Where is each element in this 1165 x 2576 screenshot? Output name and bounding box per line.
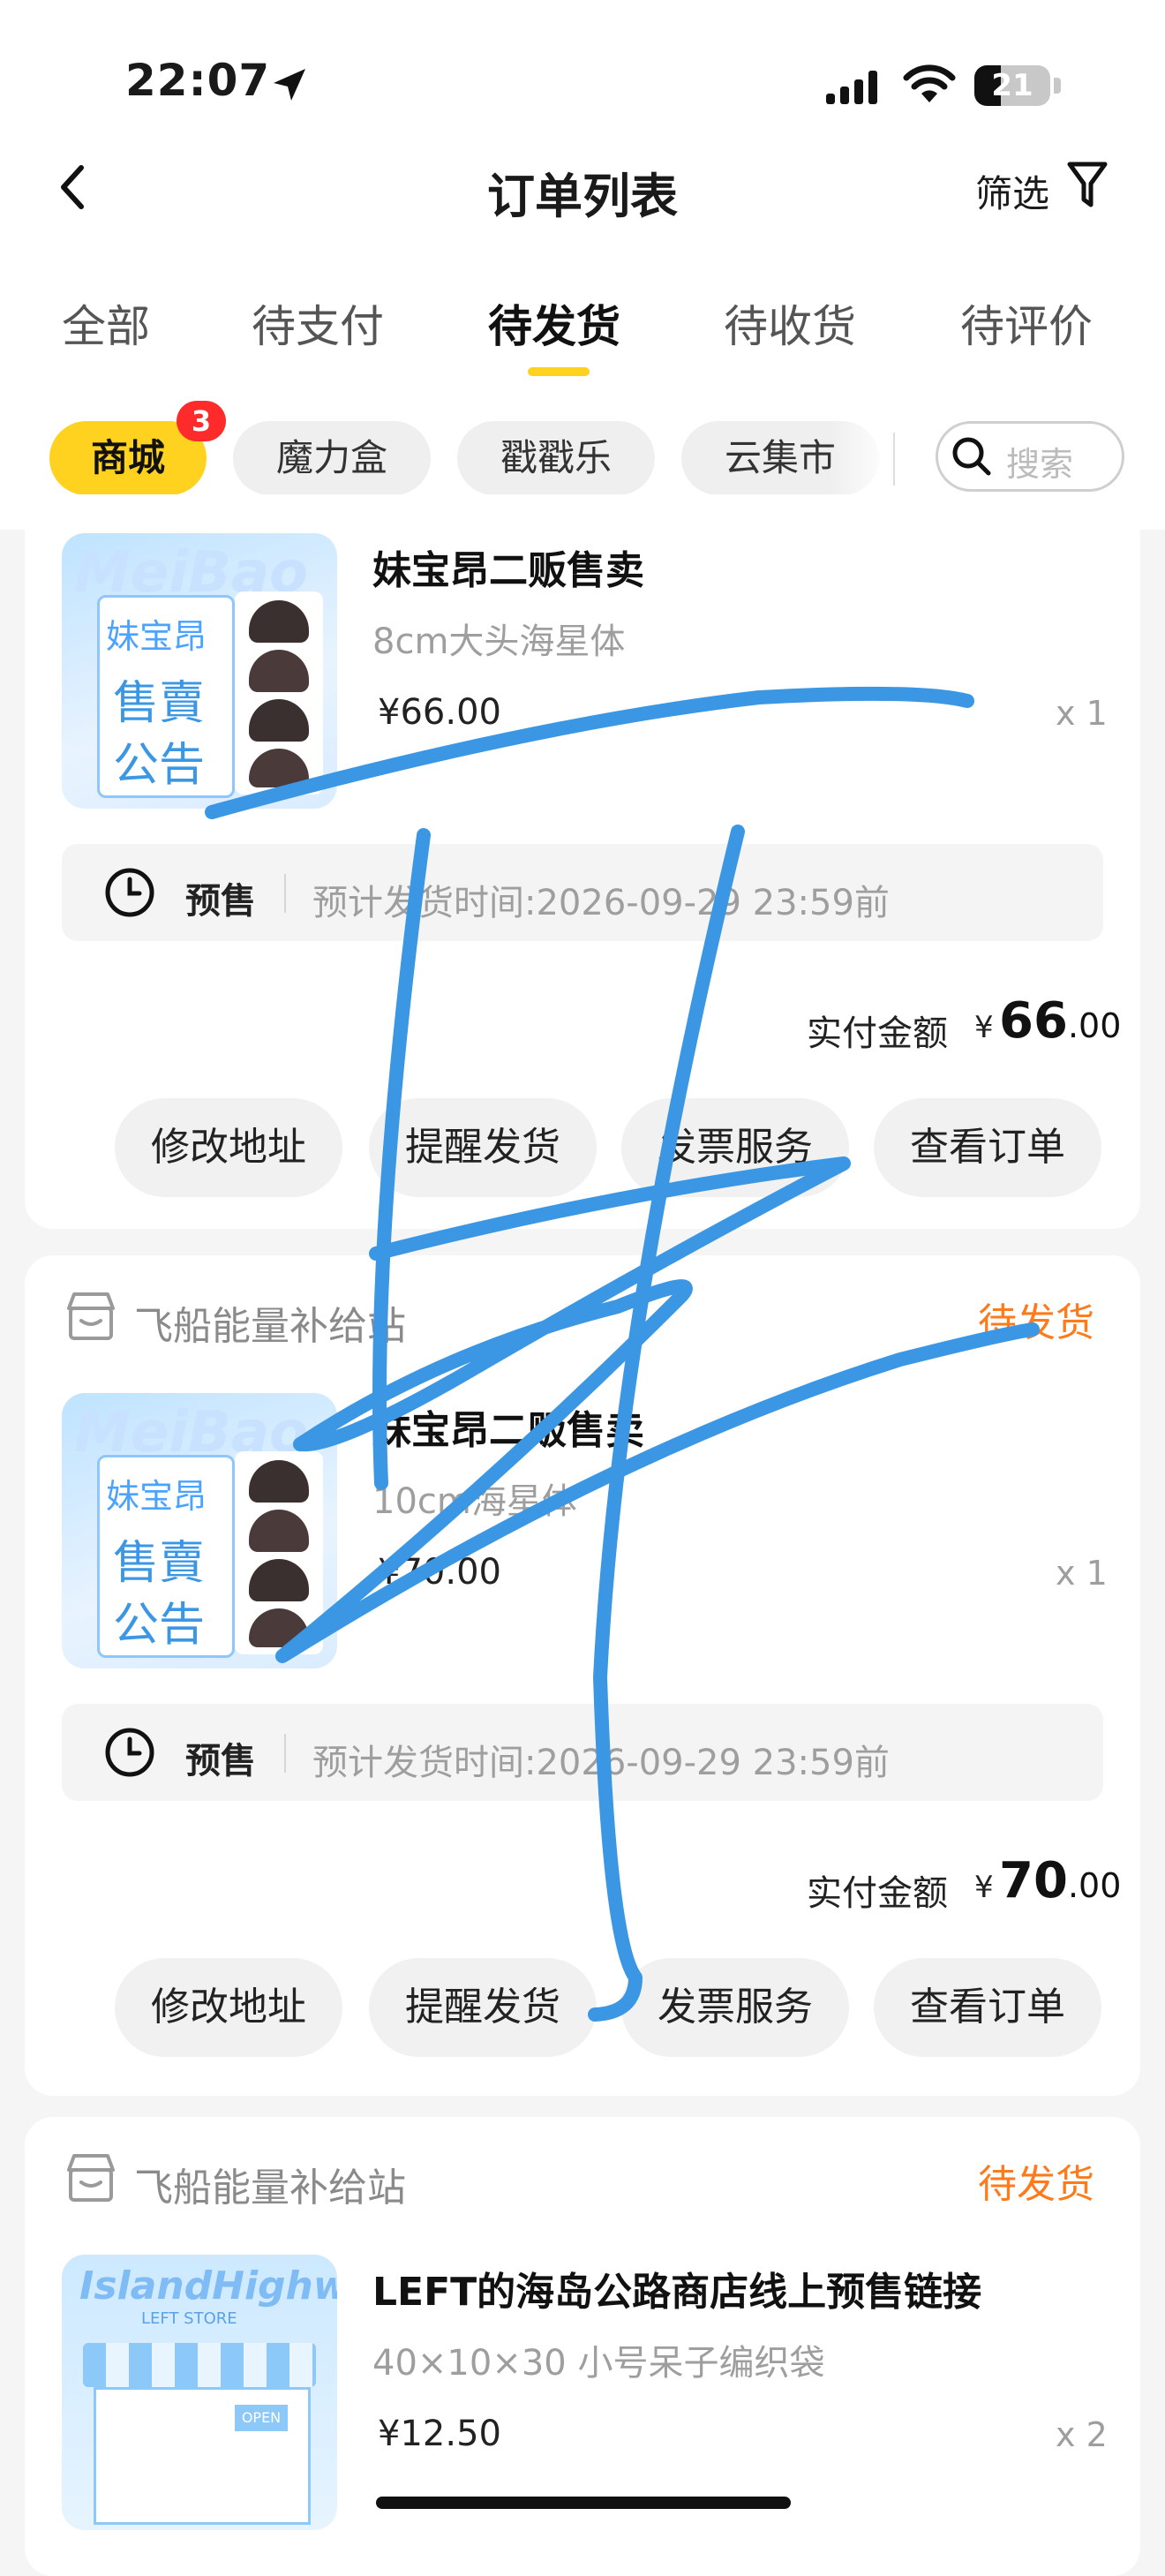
search-icon: [952, 437, 991, 476]
product-qty: x 1: [1056, 694, 1108, 733]
tab-pending-review[interactable]: 待评价: [960, 291, 1093, 355]
search-placeholder: 搜索: [1006, 445, 1074, 484]
presale-tag: 预售: [185, 881, 256, 922]
clock-icon: [105, 1728, 154, 1777]
product-spec: 40×10×30 小号呆子编织袋: [372, 2343, 825, 2384]
amount-dec: .00: [1067, 1866, 1122, 1905]
thumb-logo: IslandHighway: [79, 2263, 337, 2309]
product-qty: x 1: [1056, 1554, 1108, 1593]
thumb-text-2: 售賣: [113, 1537, 206, 1590]
location-arrow-icon: [274, 69, 305, 101]
thumb-text-2: 售賣: [113, 677, 206, 730]
active-tab-indicator: [528, 367, 590, 376]
view-order-button[interactable]: 查看订单: [874, 1958, 1101, 2057]
wifi-icon: [903, 64, 956, 102]
store-name[interactable]: 飞船能量补给站: [134, 2156, 406, 2212]
product-qty: x 2: [1056, 2415, 1108, 2454]
filter-button[interactable]: 筛选: [975, 164, 1049, 218]
remind-ship-button[interactable]: 提醒发货: [369, 1098, 597, 1197]
product-price: ¥12.50: [378, 2414, 501, 2454]
order-card-1: MeiBao 妹宝昂 售賣 公告 妹宝昂二贩售卖 8cm大头海星体 ¥66.00…: [25, 494, 1140, 1229]
presale-ship-time: 预计发货时间:2026-09-29 23:59前: [312, 1743, 890, 1783]
tab-all[interactable]: 全部: [62, 291, 150, 355]
battery-level: 21: [991, 68, 1033, 103]
amount-currency: ¥: [974, 1870, 994, 1905]
thumb-text-1: 妹宝昂: [106, 617, 207, 656]
amount-value: 66.00: [999, 992, 1121, 1050]
store-icon: [67, 2154, 115, 2202]
order-card-2: 飞船能量补给站 待发货 MeiBao 妹宝昂 售賣 公告 妹宝昂二贩售卖 10c…: [25, 1255, 1140, 2096]
tab-pending-shipment[interactable]: 待发货: [488, 291, 620, 355]
presale-ship-time: 预计发货时间:2026-09-29 23:59前: [312, 883, 890, 923]
store-icon: [67, 1292, 115, 1340]
remind-ship-button[interactable]: 提醒发货: [369, 1958, 597, 2057]
status-time: 22:07: [125, 55, 271, 106]
battery-cap: [1054, 78, 1061, 94]
order-status: 待发货: [978, 2162, 1094, 2207]
chips-divider: [893, 433, 895, 486]
invoice-button[interactable]: 发票服务: [621, 1098, 849, 1197]
amount-label: 实付金额: [807, 1873, 948, 1914]
product-thumbnail[interactable]: IslandHighway LEFT STORE OPEN: [62, 2255, 337, 2530]
amount-dec: .00: [1067, 1006, 1122, 1045]
amount-int: 70: [999, 1852, 1068, 1909]
tab-pending-receipt[interactable]: 待收货: [724, 291, 856, 355]
product-name[interactable]: 妹宝昂二贩售卖: [372, 539, 644, 595]
home-indicator: [376, 2497, 791, 2509]
invoice-button[interactable]: 发票服务: [621, 1958, 849, 2057]
product-name[interactable]: LEFT的海岛公路商店线上预售链接: [372, 2260, 981, 2316]
order-status: 待发货: [978, 1300, 1094, 1345]
chips-fade: [830, 415, 893, 503]
thumb-awning: [83, 2343, 316, 2387]
cellular-signal-icon: [826, 71, 877, 104]
store-name[interactable]: 飞船能量补给站: [134, 1294, 406, 1351]
presale-separator: [284, 1734, 286, 1773]
edit-address-button[interactable]: 修改地址: [115, 1958, 342, 2057]
product-spec: 10cm海星体: [372, 1481, 577, 1522]
presale-tag: 预售: [185, 1741, 256, 1781]
product-thumbnail[interactable]: MeiBao 妹宝昂 售賣 公告: [62, 1393, 337, 1668]
battery-icon: 21: [974, 65, 1050, 106]
product-spec: 8cm大头海星体: [372, 621, 626, 662]
product-thumbnail[interactable]: MeiBao 妹宝昂 售賣 公告: [62, 533, 337, 809]
amount-value: 70.00: [999, 1852, 1121, 1909]
view-order-button[interactable]: 查看订单: [874, 1098, 1101, 1197]
product-name[interactable]: 妹宝昂二贩售卖: [372, 1398, 644, 1455]
thumb-open-sign: OPEN: [235, 2405, 288, 2431]
thumb-photo-strip: [235, 1451, 323, 1654]
thumb-text-3: 公告: [113, 1599, 206, 1652]
tab-pending-payment[interactable]: 待支付: [252, 291, 384, 355]
chip-poke-fun[interactable]: 戳戳乐: [457, 421, 655, 495]
edit-address-button[interactable]: 修改地址: [115, 1098, 342, 1197]
thumb-photo-strip: [235, 591, 323, 795]
product-price: ¥66.00: [378, 692, 501, 733]
clock-icon: [105, 868, 154, 917]
thumb-text-3: 公告: [113, 739, 206, 792]
thumb-text-1: 妹宝昂: [106, 1477, 207, 1516]
filter-funnel-icon[interactable]: [1066, 159, 1109, 212]
amount-currency: ¥: [974, 1010, 994, 1045]
amount-label: 实付金额: [807, 1013, 948, 1054]
product-price: ¥70.00: [378, 1552, 501, 1593]
chip-magic-box[interactable]: 魔力盒: [233, 421, 431, 495]
amount-int: 66: [999, 992, 1068, 1050]
chip-badge: 3: [177, 401, 226, 441]
presale-separator: [284, 874, 286, 913]
thumb-sub: LEFT STORE: [141, 2309, 237, 2328]
